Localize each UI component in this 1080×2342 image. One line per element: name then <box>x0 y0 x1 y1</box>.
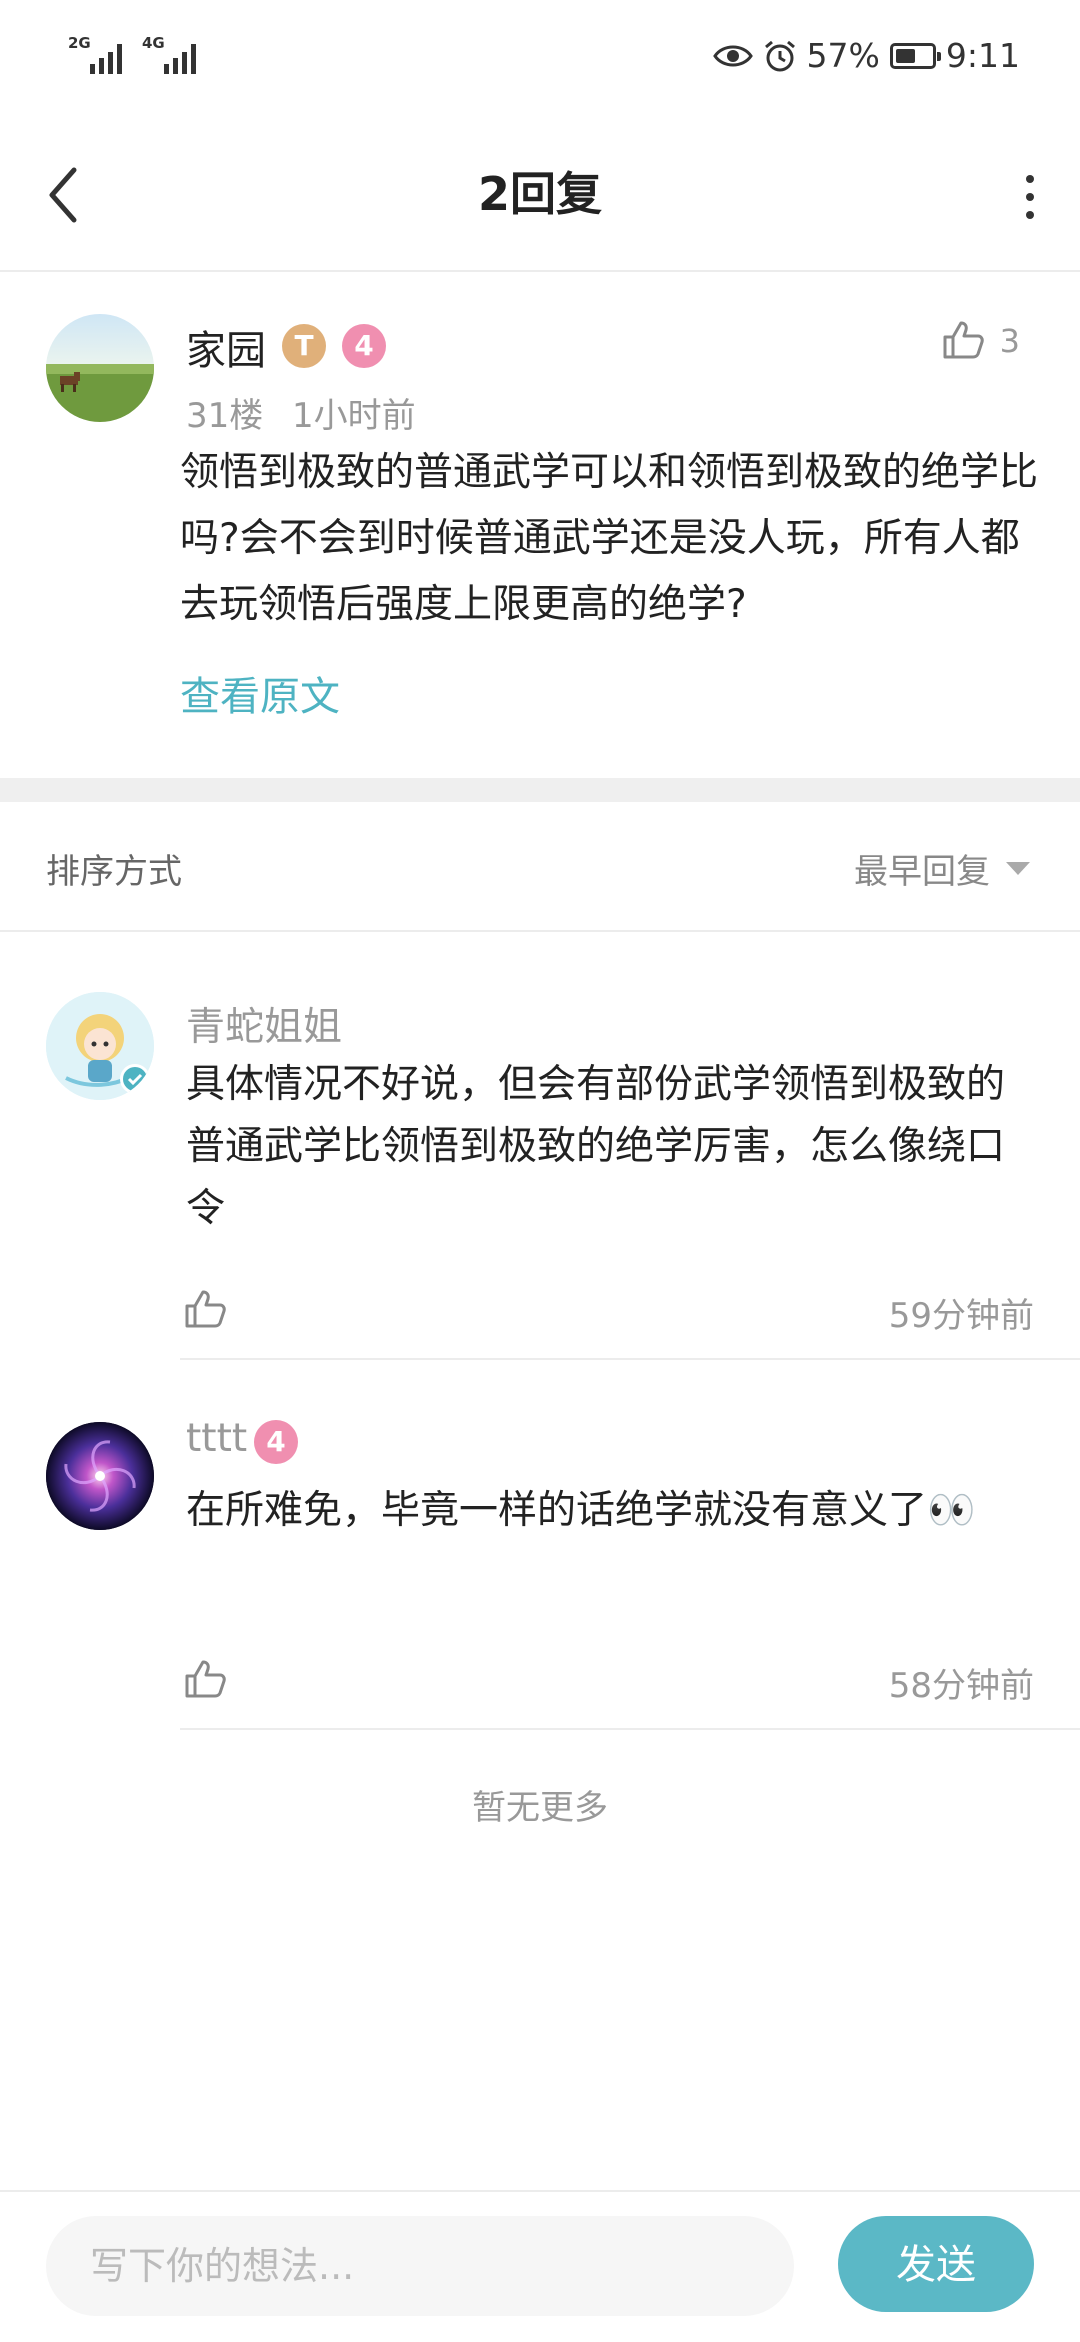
comment-content: 具体情况不好说，但会有部份武学领悟到极致的普通武学比领悟到极致的绝学厉害，怎么像… <box>186 1062 1006 1231</box>
post-content: 领悟到极致的普通武学可以和领悟到极致的绝学比吗?会不会到时候普通武学还是没人玩，… <box>180 450 1039 627</box>
comment-username[interactable]: 青蛇姐姐 <box>186 996 342 1052</box>
comment-input[interactable] <box>46 2216 794 2316</box>
original-post: 家园 T 4 31楼 1小时前 3 领悟到极致的普通武学可以和领悟到极致的绝学比… <box>0 272 1080 778</box>
post-floor: 31楼 <box>186 396 264 436</box>
post-username[interactable]: 家园 <box>186 318 266 376</box>
comment-content: 在所难免，毕竟一样的话绝学就没有意义了👀 <box>186 1488 976 1533</box>
nav-bar: 2回复 <box>0 120 1080 272</box>
status-right: 57% 9:11 <box>712 36 1020 75</box>
network-type-1: 2G <box>68 34 91 52</box>
clock: 9:11 <box>945 36 1020 75</box>
comment-item: 青蛇姐姐 具体情况不好说，但会有部份武学领悟到极致的普通武学比领悟到极致的绝学厉… <box>0 932 1080 1362</box>
tier-badge-label: T <box>294 329 314 362</box>
battery-icon <box>889 42 941 69</box>
signal-bars-icon <box>164 40 196 74</box>
level-badge-label: 4 <box>266 1425 286 1458</box>
comment-time: 59分钟前 <box>888 1296 1034 1336</box>
sort-bar: 排序方式 最早回复 <box>0 802 1080 932</box>
level-badge-icon: 4 <box>254 1420 298 1464</box>
signal-2g: 2G <box>68 34 122 74</box>
comment-time: 58分钟前 <box>888 1666 1034 1706</box>
avatar[interactable] <box>46 1422 154 1530</box>
galaxy-avatar-image <box>46 1422 154 1530</box>
like-count: 3 <box>999 322 1020 360</box>
thumbs-up-icon[interactable] <box>941 317 985 361</box>
sort-label: 排序方式 <box>46 852 182 892</box>
level-badge-label: 4 <box>354 329 374 362</box>
section-divider <box>0 778 1080 802</box>
tier-badge-icon: T <box>282 324 326 368</box>
battery-percent: 57% <box>806 36 880 75</box>
signal-4g: 4G <box>142 34 196 74</box>
verified-badge-icon <box>120 1064 150 1094</box>
comment-item: tttt 4 在所难免，毕竟一样的话绝学就没有意义了👀 58分钟前 <box>0 1362 1080 1732</box>
status-signals: 2G 4G <box>68 34 196 74</box>
more-options-icon[interactable] <box>1020 162 1040 232</box>
post-time: 1小时前 <box>292 396 416 436</box>
comment-username[interactable]: tttt <box>186 1416 247 1461</box>
eye-icon <box>712 45 753 66</box>
comment-input-bar: 发送 <box>0 2190 1080 2342</box>
comment-divider <box>180 1358 1080 1360</box>
sort-dropdown[interactable]: 最早回复 <box>854 844 990 893</box>
network-type-2: 4G <box>142 34 165 52</box>
level-badge-icon: 4 <box>342 324 386 368</box>
avatar[interactable] <box>46 992 154 1100</box>
alarm-icon <box>764 40 795 71</box>
thumbs-up-icon[interactable] <box>183 1656 227 1700</box>
thumbs-up-icon[interactable] <box>183 1286 227 1330</box>
view-original-link[interactable]: 查看原文 <box>180 664 340 722</box>
status-bar: 2G 4G 57% 9:11 <box>0 0 1080 120</box>
no-more-label: 暂无更多 <box>472 1788 608 1828</box>
signal-bars-icon <box>90 40 122 74</box>
comment-divider <box>180 1728 1080 1730</box>
send-button[interactable]: 发送 <box>838 2216 1034 2312</box>
landscape-avatar-image <box>46 314 154 422</box>
avatar[interactable] <box>46 314 154 422</box>
page-title: 2回复 <box>477 167 602 221</box>
caret-down-icon[interactable] <box>1006 862 1030 875</box>
